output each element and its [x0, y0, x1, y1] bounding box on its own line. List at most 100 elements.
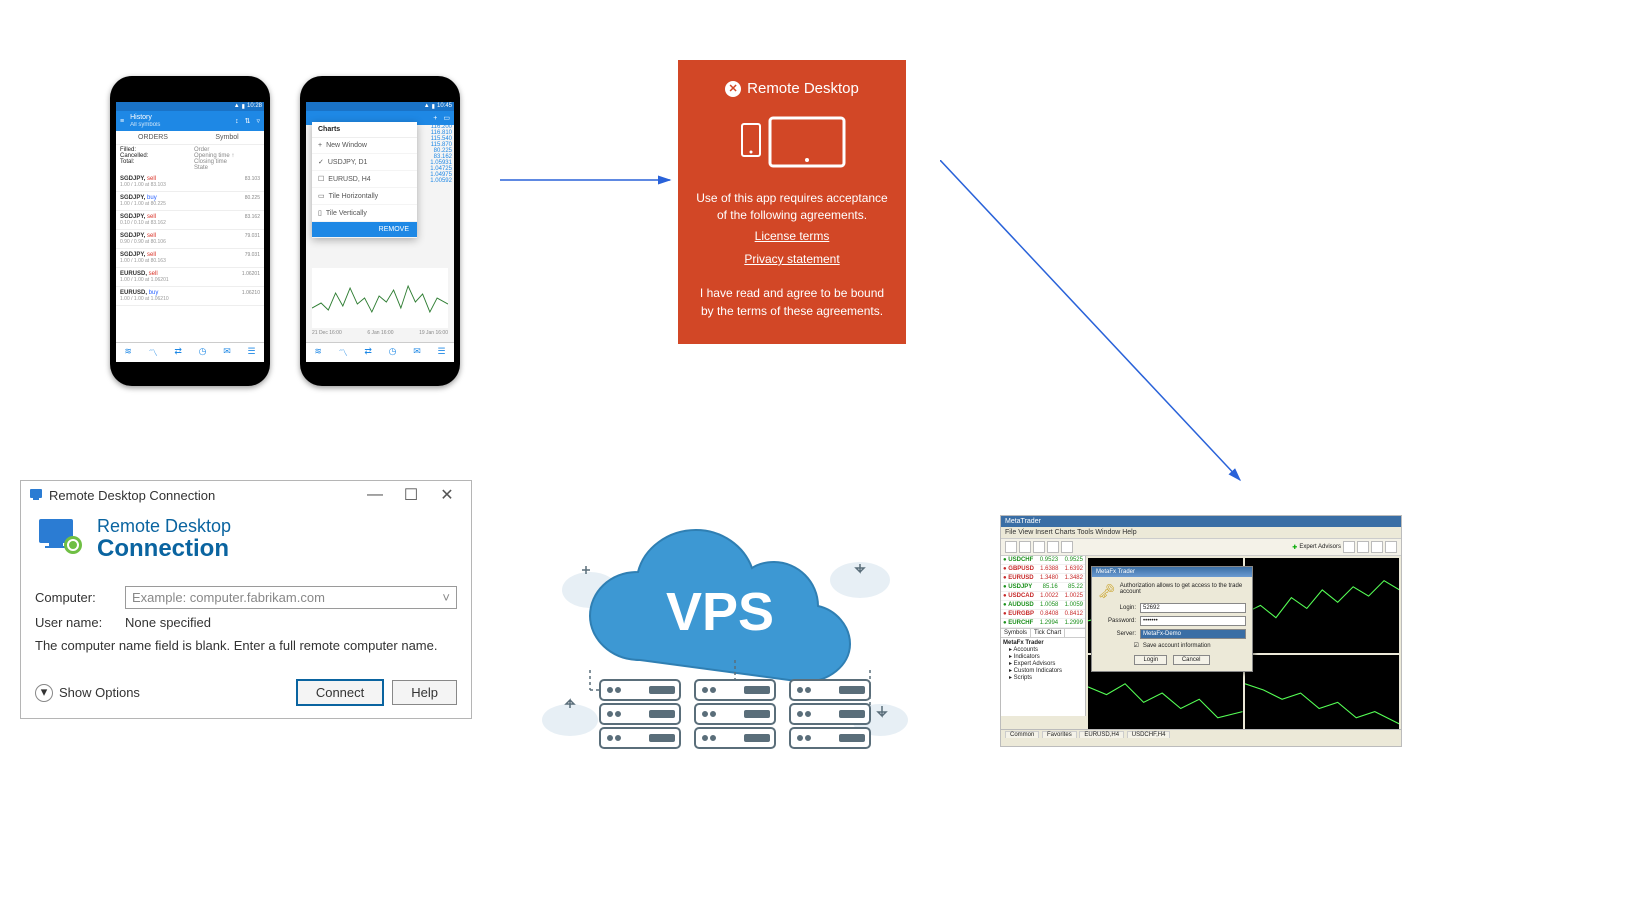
phone-frame: ▲ ▮ 10:28 ≡ History All symbols ↕ ⇅ ▿ OR… [110, 76, 270, 386]
tab-tick[interactable]: Tick Chart [1031, 629, 1065, 637]
market-row[interactable]: ● EURCHF1.29941.2999 [1001, 619, 1085, 628]
chat-icon[interactable]: ✉ [413, 346, 421, 359]
tab-symbols[interactable]: Symbols [1001, 629, 1031, 637]
btab[interactable]: EURUSD,H4 [1079, 731, 1124, 738]
show-options[interactable]: ▾ Show Options [35, 684, 288, 702]
market-row[interactable]: ● USDCHF0.95230.9525 [1001, 556, 1085, 565]
nav-item[interactable]: ▸ Indicators [1009, 653, 1083, 660]
menu-remove[interactable]: REMOVE [312, 222, 417, 238]
funnel-icon[interactable]: ▿ [256, 117, 260, 125]
privacy-link[interactable]: Privacy statement [744, 251, 839, 268]
order-row[interactable]: EURUSD, buy1.00 / 1.00 at 1.062101.06210 [116, 287, 264, 306]
tab-symbol[interactable]: Symbol [190, 131, 264, 145]
chart-panel[interactable] [1245, 558, 1400, 653]
phone-screen: ▲ ▮ 10:45 + ▭ 116.200116.810115.540115.8… [306, 102, 454, 362]
tool-icon[interactable] [1343, 541, 1355, 553]
col-state[interactable]: State [194, 165, 260, 171]
license-terms-link[interactable]: License terms [755, 228, 830, 245]
cancel-button[interactable]: Cancel [1173, 655, 1210, 665]
quotes-icon[interactable]: ≋ [314, 346, 322, 359]
mt4-menubar[interactable]: File View Insert Charts Tools Window Hel… [1001, 527, 1401, 539]
close-button[interactable]: ✕ [429, 485, 465, 505]
trade-icon[interactable]: ⇄ [174, 346, 182, 359]
clock: 10:28 [247, 103, 262, 110]
tab-orders[interactable]: ORDERS [116, 131, 190, 145]
pass-input[interactable]: ••••••• [1140, 616, 1246, 626]
login-button[interactable]: Login [1134, 655, 1167, 665]
btab[interactable]: Common [1005, 731, 1039, 738]
market-tabs[interactable]: Symbols Tick Chart [1001, 628, 1085, 637]
tool-icon[interactable] [1385, 541, 1397, 553]
appbar-subtitle: All symbols [130, 122, 160, 128]
market-row[interactable]: ● GBPUSD1.63881.6392 [1001, 565, 1085, 574]
navigator[interactable]: MetaFx Trader ▸ Accounts▸ Indicators▸ Ex… [1001, 637, 1085, 683]
menu-item[interactable]: ▯Tile Vertically [312, 205, 417, 222]
computer-placeholder: Example: computer.fabrikam.com [132, 590, 325, 605]
order-row[interactable]: SGDJPY, sell1.00 / 1.00 at 80.16379.031 [116, 249, 264, 268]
order-row[interactable]: SGDJPY, sell1.00 / 1.00 at 83.10383.103 [116, 173, 264, 192]
order-row[interactable]: SGDJPY, sell0.90 / 0.90 at 80.10679.031 [116, 230, 264, 249]
tool-icon[interactable] [1371, 541, 1383, 553]
market-row[interactable]: ● EURUSD1.34801.3482 [1001, 574, 1085, 583]
maximize-button[interactable]: ☐ [393, 485, 429, 505]
sort-icon[interactable]: ↕ [235, 118, 239, 125]
nav-item[interactable]: ▸ Accounts [1009, 646, 1083, 653]
nav-item[interactable]: ▸ Expert Advisors [1009, 660, 1083, 667]
menu-item-icon: ☐ [318, 175, 324, 183]
order-row[interactable]: SGDJPY, buy1.00 / 1.00 at 80.22580.225 [116, 192, 264, 211]
tabs: ORDERS Symbol [116, 131, 264, 145]
nav-item[interactable]: ▸ Custom Indicators [1009, 667, 1083, 674]
rdc-window-title: Remote Desktop Connection [49, 488, 357, 503]
order-row[interactable]: SGDJPY, sell0.10 / 0.10 at 83.16283.162 [116, 211, 264, 230]
login-input[interactable]: 52692 [1140, 603, 1246, 613]
trade-icon[interactable]: ⇄ [364, 346, 372, 359]
menu-icon[interactable]: ≡ [120, 118, 124, 125]
mt4-titlebar: MetaTrader [1001, 516, 1401, 527]
quotes-icon[interactable]: ≋ [124, 346, 132, 359]
filter-icon[interactable]: ⇅ [245, 117, 251, 125]
mt4-bottom-tabs[interactable]: Common Favorites EURUSD,H4 USDCHF,H4 [1001, 729, 1401, 746]
phone-frame: ▲ ▮ 10:45 + ▭ 116.200116.810115.540115.8… [300, 76, 460, 386]
tool-icon[interactable] [1061, 541, 1073, 553]
menu-item[interactable]: ☐EURUSD, H4 [312, 171, 417, 188]
chart-icon[interactable]: 〽 [149, 346, 158, 359]
btab[interactable]: Favorites [1042, 731, 1077, 738]
history-icon[interactable]: ◷ [389, 346, 397, 359]
history-icon[interactable]: ◷ [199, 346, 207, 359]
news-icon[interactable]: ☰ [438, 346, 446, 359]
tool-icon[interactable] [1019, 541, 1031, 553]
minimize-button[interactable]: — [357, 486, 393, 504]
chat-icon[interactable]: ✉ [223, 346, 231, 359]
market-row[interactable]: ● AUDUSD1.00581.0059 [1001, 601, 1085, 610]
news-icon[interactable]: ☰ [248, 346, 256, 359]
market-row[interactable]: ● EURGBP0.84080.8412 [1001, 610, 1085, 619]
market-row[interactable]: ● USDCAD1.00221.0025 [1001, 592, 1085, 601]
tool-icon[interactable] [1047, 541, 1059, 553]
save-checkbox[interactable]: ☑ [1133, 642, 1138, 649]
ea-icon[interactable]: ✚ [1292, 544, 1297, 551]
order-list[interactable]: SGDJPY, sell1.00 / 1.00 at 83.10383.103S… [116, 173, 264, 342]
nav-item[interactable]: ▸ Scripts [1009, 674, 1083, 681]
tool-icon[interactable] [1005, 541, 1017, 553]
vps-label: VPS [666, 582, 774, 642]
menu-item[interactable]: ✓USDJPY, D1 [312, 154, 417, 171]
btab[interactable]: USDCHF,H4 [1127, 731, 1171, 738]
rd-logo-icon: ✕ [725, 81, 741, 97]
order-row[interactable]: EURUSD, sell1.00 / 1.00 at 1.062011.0620… [116, 268, 264, 287]
tool-icon[interactable] [1033, 541, 1045, 553]
market-watch[interactable]: ● USDCHF0.95230.9525● GBPUSD1.63881.6392… [1001, 556, 1086, 716]
key-icon: 🗝 [1098, 583, 1116, 600]
tool-icon[interactable] [1357, 541, 1369, 553]
menu-item[interactable]: ▭Tile Horizontally [312, 188, 417, 205]
add-icon[interactable]: + [433, 115, 437, 122]
server-input[interactable]: MetaFx-Demo [1140, 629, 1246, 639]
menu-item[interactable]: +New Window [312, 138, 417, 154]
rdc-head1: Remote Desktop [97, 516, 231, 537]
help-button[interactable]: Help [392, 680, 457, 705]
market-row[interactable]: ● USDJPY85.1685.22 [1001, 583, 1085, 592]
mt4-toolbar[interactable]: ✚ Expert Advisors [1001, 539, 1401, 556]
window-icon[interactable]: ▭ [443, 114, 450, 122]
chart-icon[interactable]: 〽 [339, 346, 348, 359]
connect-button[interactable]: Connect [296, 679, 384, 706]
computer-combo[interactable]: Example: computer.fabrikam.com ˅ [125, 586, 457, 609]
